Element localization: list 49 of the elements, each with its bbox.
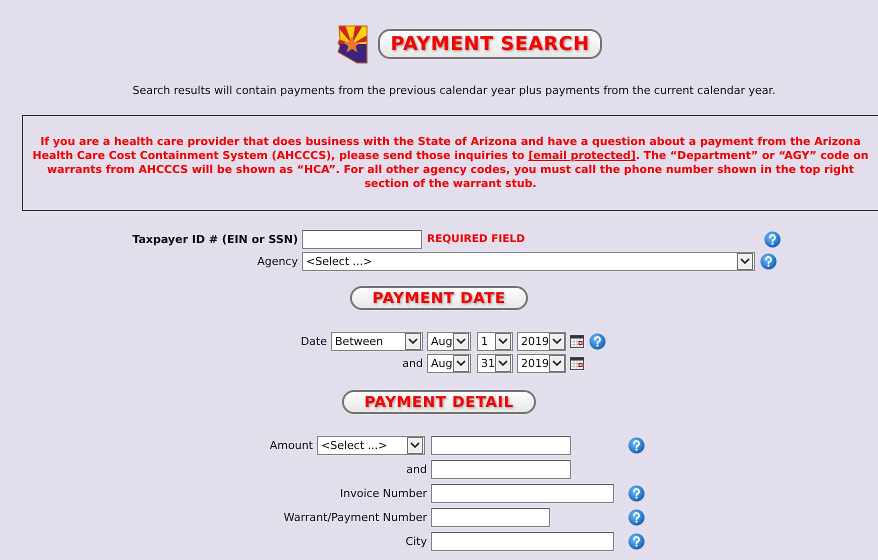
select-field[interactable]: Aug (427, 332, 471, 350)
field-label: Invoice Number (338, 486, 428, 500)
select-field[interactable]: 2019 (517, 332, 566, 350)
notice-text: If you are a health care provider that does business with the State of Arizona and have a question about a payment from the Arizona Health Care Cost Containment System (AHCCCS), please send those inquiries to [email protected]. The “Department” or “AGY” code on warrants from AHCCCS will be shown as “HCA”. For all other agency codes, you must call the phone number shown in the top right section of the warrant stub. (32, 135, 870, 191)
calendar-icon[interactable] (570, 334, 584, 348)
field-label: City (404, 534, 428, 548)
select-field[interactable]: <Select ...> (317, 436, 425, 454)
caret-icon (453, 332, 469, 350)
text-field[interactable] (431, 532, 614, 550)
text-field[interactable] (431, 484, 614, 502)
field-label: and (405, 462, 428, 476)
page-title: PAYMENT SEARCH (378, 29, 602, 59)
field-label: Warrant/Payment Number (282, 510, 428, 524)
section-heading: PAYMENT DATE (350, 286, 528, 310)
caret-icon (495, 354, 511, 372)
caret-icon (737, 252, 753, 270)
field-label: Amount (268, 438, 314, 452)
taxpayer-id-field[interactable] (302, 230, 422, 248)
field-label: Taxpayer ID # (EIN or SSN) (131, 232, 299, 246)
select-field[interactable]: 31 (477, 354, 513, 372)
field-label: Date (300, 334, 328, 348)
select-field[interactable]: <Select ...> (302, 252, 755, 270)
caret-icon (549, 354, 565, 372)
caret-icon (405, 332, 421, 350)
select-field[interactable]: 2019 (517, 354, 566, 372)
help-icon[interactable] (628, 436, 645, 454)
help-icon[interactable] (628, 532, 645, 550)
help-icon[interactable] (764, 230, 781, 248)
select-field[interactable]: 1 (477, 332, 513, 350)
select-field[interactable]: Aug (427, 354, 471, 372)
required-text: REQUIRED FIELD (427, 233, 525, 245)
text-field[interactable] (431, 436, 571, 454)
caret-icon (495, 332, 511, 350)
help-icon[interactable] (628, 508, 645, 526)
intro-text: Search results will contain payments from the previous calendar year plus payments from the current calendar year. (131, 84, 777, 97)
select-field[interactable]: Between (331, 332, 423, 350)
calendar-icon[interactable] (570, 356, 584, 370)
help-icon[interactable] (760, 252, 777, 270)
help-icon[interactable] (589, 332, 606, 350)
caret-icon (453, 354, 469, 372)
arizona-flag-map-icon (336, 24, 368, 64)
caret-icon (407, 436, 423, 454)
text-field[interactable] (431, 508, 550, 526)
help-icon[interactable] (628, 484, 645, 502)
field-label: and (401, 356, 424, 370)
section-heading: PAYMENT DETAIL (342, 390, 536, 414)
caret-icon (549, 332, 565, 350)
text-field[interactable] (431, 460, 571, 478)
field-label: Agency (256, 254, 299, 268)
